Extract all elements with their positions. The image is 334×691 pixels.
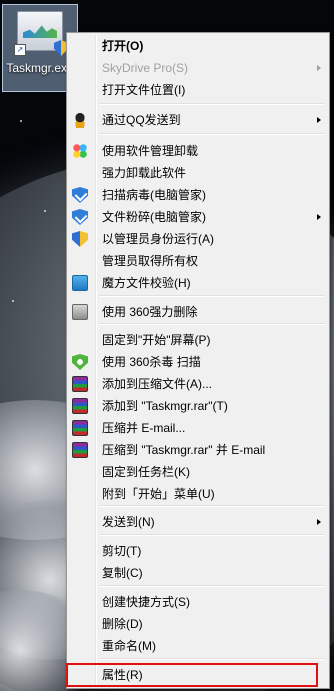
menu-item-label: 打开(O) [102,39,144,53]
menu-separator [99,658,325,660]
menu-separator [99,103,325,105]
submenu-arrow-icon [317,214,321,220]
menu-item[interactable]: 重命名(M) [69,635,327,657]
menu-item[interactable]: 打开(O) [69,35,327,57]
menu-item[interactable]: 通过QQ发送到 [69,109,327,131]
menu-item[interactable]: 以管理员身份运行(A) [69,228,327,250]
menu-item-label: 固定到任务栏(K) [102,465,190,479]
menu-item[interactable]: 使用软件管理卸载 [69,140,327,162]
menu-item[interactable]: 管理员取得所有权 [69,250,327,272]
menu-item-label: 强力卸载此软件 [102,166,187,180]
menu-separator [99,534,325,536]
menu-item-label: 文件粉碎(电脑管家) [102,210,206,224]
menu-item[interactable]: 发送到(N) [69,511,327,533]
software-manager-icon [72,143,88,159]
mofang-icon [72,275,88,291]
menu-item-label: 固定到"开始"屏幕(P) [102,333,211,347]
menu-item-label: 附到「开始」菜单(U) [102,487,215,501]
menu-item[interactable]: 文件粉碎(电脑管家) [69,206,327,228]
menu-separator [99,133,325,135]
qq-icon [72,112,88,128]
menu-item[interactable]: 固定到任务栏(K) [69,461,327,483]
task-manager-icon: ↗ [14,11,68,56]
menu-item-label: 添加到 "Taskmgr.rar"(T) [102,399,228,413]
menu-item[interactable]: 打开文件位置(I) [69,79,327,101]
menu-item-label: 管理员取得所有权 [102,254,199,268]
star [20,120,22,122]
menu-item-label: 使用软件管理卸载 [102,144,199,158]
shortcut-arrow-icon: ↗ [14,44,26,56]
pc-manager-icon [72,209,88,225]
menu-item[interactable]: 压缩并 E-mail... [69,417,327,439]
pc-manager-icon [72,187,88,203]
submenu-arrow-icon [317,519,321,525]
menu-item-label: 魔方文件校验(H) [102,276,191,290]
menu-item-label: 重命名(M) [102,639,156,653]
menu-item[interactable]: 扫描病毒(电脑管家) [69,184,327,206]
menu-item[interactable]: 创建快捷方式(S) [69,591,327,613]
menu-item-label: SkyDrive Pro(S) [102,61,189,75]
menu-item[interactable]: 魔方文件校验(H) [69,272,327,294]
winrar-icon [72,398,88,414]
menu-item[interactable]: 添加到 "Taskmgr.rar"(T) [69,395,327,417]
uac-shield-icon [72,231,88,247]
menu-item[interactable]: 强力卸载此软件 [69,162,327,184]
menu-item[interactable]: 固定到"开始"屏幕(P) [69,329,327,351]
menu-item[interactable]: 使用 360杀毒 扫描 [69,351,327,373]
winrar-icon [72,420,88,436]
menu-item-label: 删除(D) [102,617,143,631]
context-menu: 打开(O) SkyDrive Pro(S) 打开文件位置(I) 通过QQ发送到使用软件… [66,32,330,689]
menu-item-label: 压缩到 "Taskmgr.rar" 并 E-mail [102,443,266,457]
menu-item-label: 创建快捷方式(S) [102,595,190,609]
menu-item[interactable]: 剪切(T) [69,540,327,562]
360-delete-icon [72,304,88,320]
menu-item: SkyDrive Pro(S) [69,57,327,79]
menu-item-label: 以管理员身份运行(A) [102,232,214,246]
menu-item-label: 使用 360杀毒 扫描 [102,355,201,369]
menu-item-label: 发送到(N) [102,515,155,529]
menu-separator [99,323,325,325]
submenu-arrow-icon [317,117,321,123]
properties-highlight-box [66,663,318,687]
menu-separator [99,585,325,587]
menu-item[interactable]: 压缩到 "Taskmgr.rar" 并 E-mail [69,439,327,461]
menu-item-label: 压缩并 E-mail... [102,421,186,435]
menu-item-label: 通过QQ发送到 [102,113,181,127]
menu-separator [99,295,325,297]
menu-item-label: 添加到压缩文件(A)... [102,377,212,391]
menu-item-label: 剪切(T) [102,544,142,558]
menu-item-label: 扫描病毒(电脑管家) [102,188,206,202]
star [12,300,14,302]
menu-item[interactable]: 删除(D) [69,613,327,635]
menu-item[interactable]: 附到「开始」菜单(U) [69,483,327,505]
menu-item[interactable]: 使用 360强力删除 [69,301,327,323]
submenu-arrow-icon [317,65,321,71]
menu-item-label: 使用 360强力删除 [102,305,198,319]
menu-item[interactable]: 复制(C) [69,562,327,584]
menu-item-label: 打开文件位置(I) [102,83,186,97]
menu-separator [99,505,325,507]
winrar-icon [72,442,88,458]
star [44,210,46,212]
winrar-icon [72,376,88,392]
menu-item[interactable]: 添加到压缩文件(A)... [69,373,327,395]
360-antivirus-icon [72,354,88,370]
menu-item-label: 复制(C) [102,566,143,580]
